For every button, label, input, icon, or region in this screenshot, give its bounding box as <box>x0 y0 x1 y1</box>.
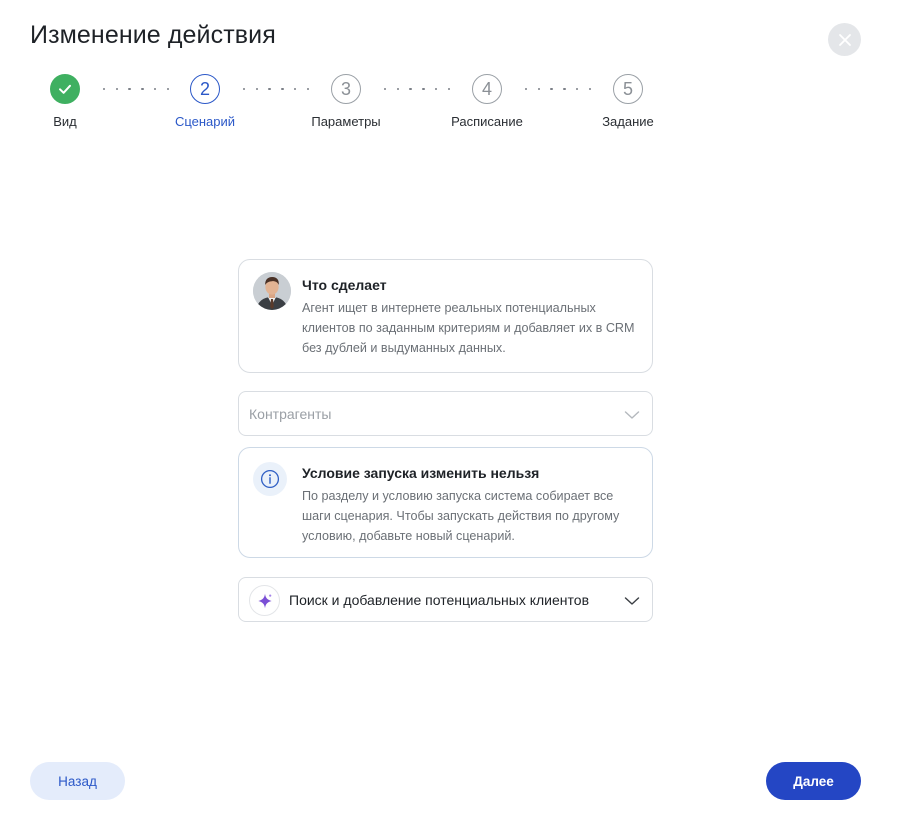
step-number: 2 <box>190 74 220 104</box>
step-number: 4 <box>472 74 502 104</box>
step-label: Расписание <box>451 114 523 129</box>
step-number: 5 <box>613 74 643 104</box>
step-label: Задание <box>602 114 654 129</box>
step-done-badge <box>50 74 80 104</box>
agent-description-card: Что сделает Агент ищет в интернете реаль… <box>238 259 653 373</box>
step-label: Сценарий <box>174 114 236 129</box>
agent-card-text: Агент ищет в интернете реальных потенциа… <box>302 301 635 355</box>
step-number: 3 <box>331 74 361 104</box>
step-connector <box>525 88 591 91</box>
notice-title: Условие запуска изменить нельзя <box>302 465 540 481</box>
stepper: Вид 2 Сценарий 3 Параметры 4 Расписание … <box>0 0 900 140</box>
info-icon <box>253 462 287 496</box>
launch-condition-notice: Условие запуска изменить нельзя По разде… <box>238 447 653 558</box>
check-icon <box>59 84 71 94</box>
avatar <box>253 272 291 310</box>
section-select[interactable]: Контрагенты <box>238 391 653 436</box>
next-button[interactable]: Далее <box>766 762 861 800</box>
agent-card-title: Что сделает <box>302 277 387 293</box>
edit-action-dialog: Изменение действия Вид 2 Сценарий 3 Пара… <box>0 0 900 822</box>
sparkle-icon <box>249 585 280 616</box>
step-label: Параметры <box>311 114 381 129</box>
agent-portrait-icon <box>253 272 291 310</box>
step-connector <box>103 88 169 91</box>
chevron-down-icon <box>624 411 640 419</box>
scenario-select-value: Поиск и добавление потенциальных клиенто… <box>289 592 590 608</box>
step-connector <box>384 88 450 91</box>
section-select-placeholder: Контрагенты <box>249 406 332 422</box>
back-button[interactable]: Назад <box>30 762 125 800</box>
chevron-down-icon <box>624 597 640 605</box>
notice-text: По разделу и условию запуска система соб… <box>302 489 620 543</box>
scenario-select[interactable]: Поиск и добавление потенциальных клиенто… <box>238 577 653 622</box>
step-connector <box>243 88 309 91</box>
step-label: Вид <box>53 114 77 129</box>
